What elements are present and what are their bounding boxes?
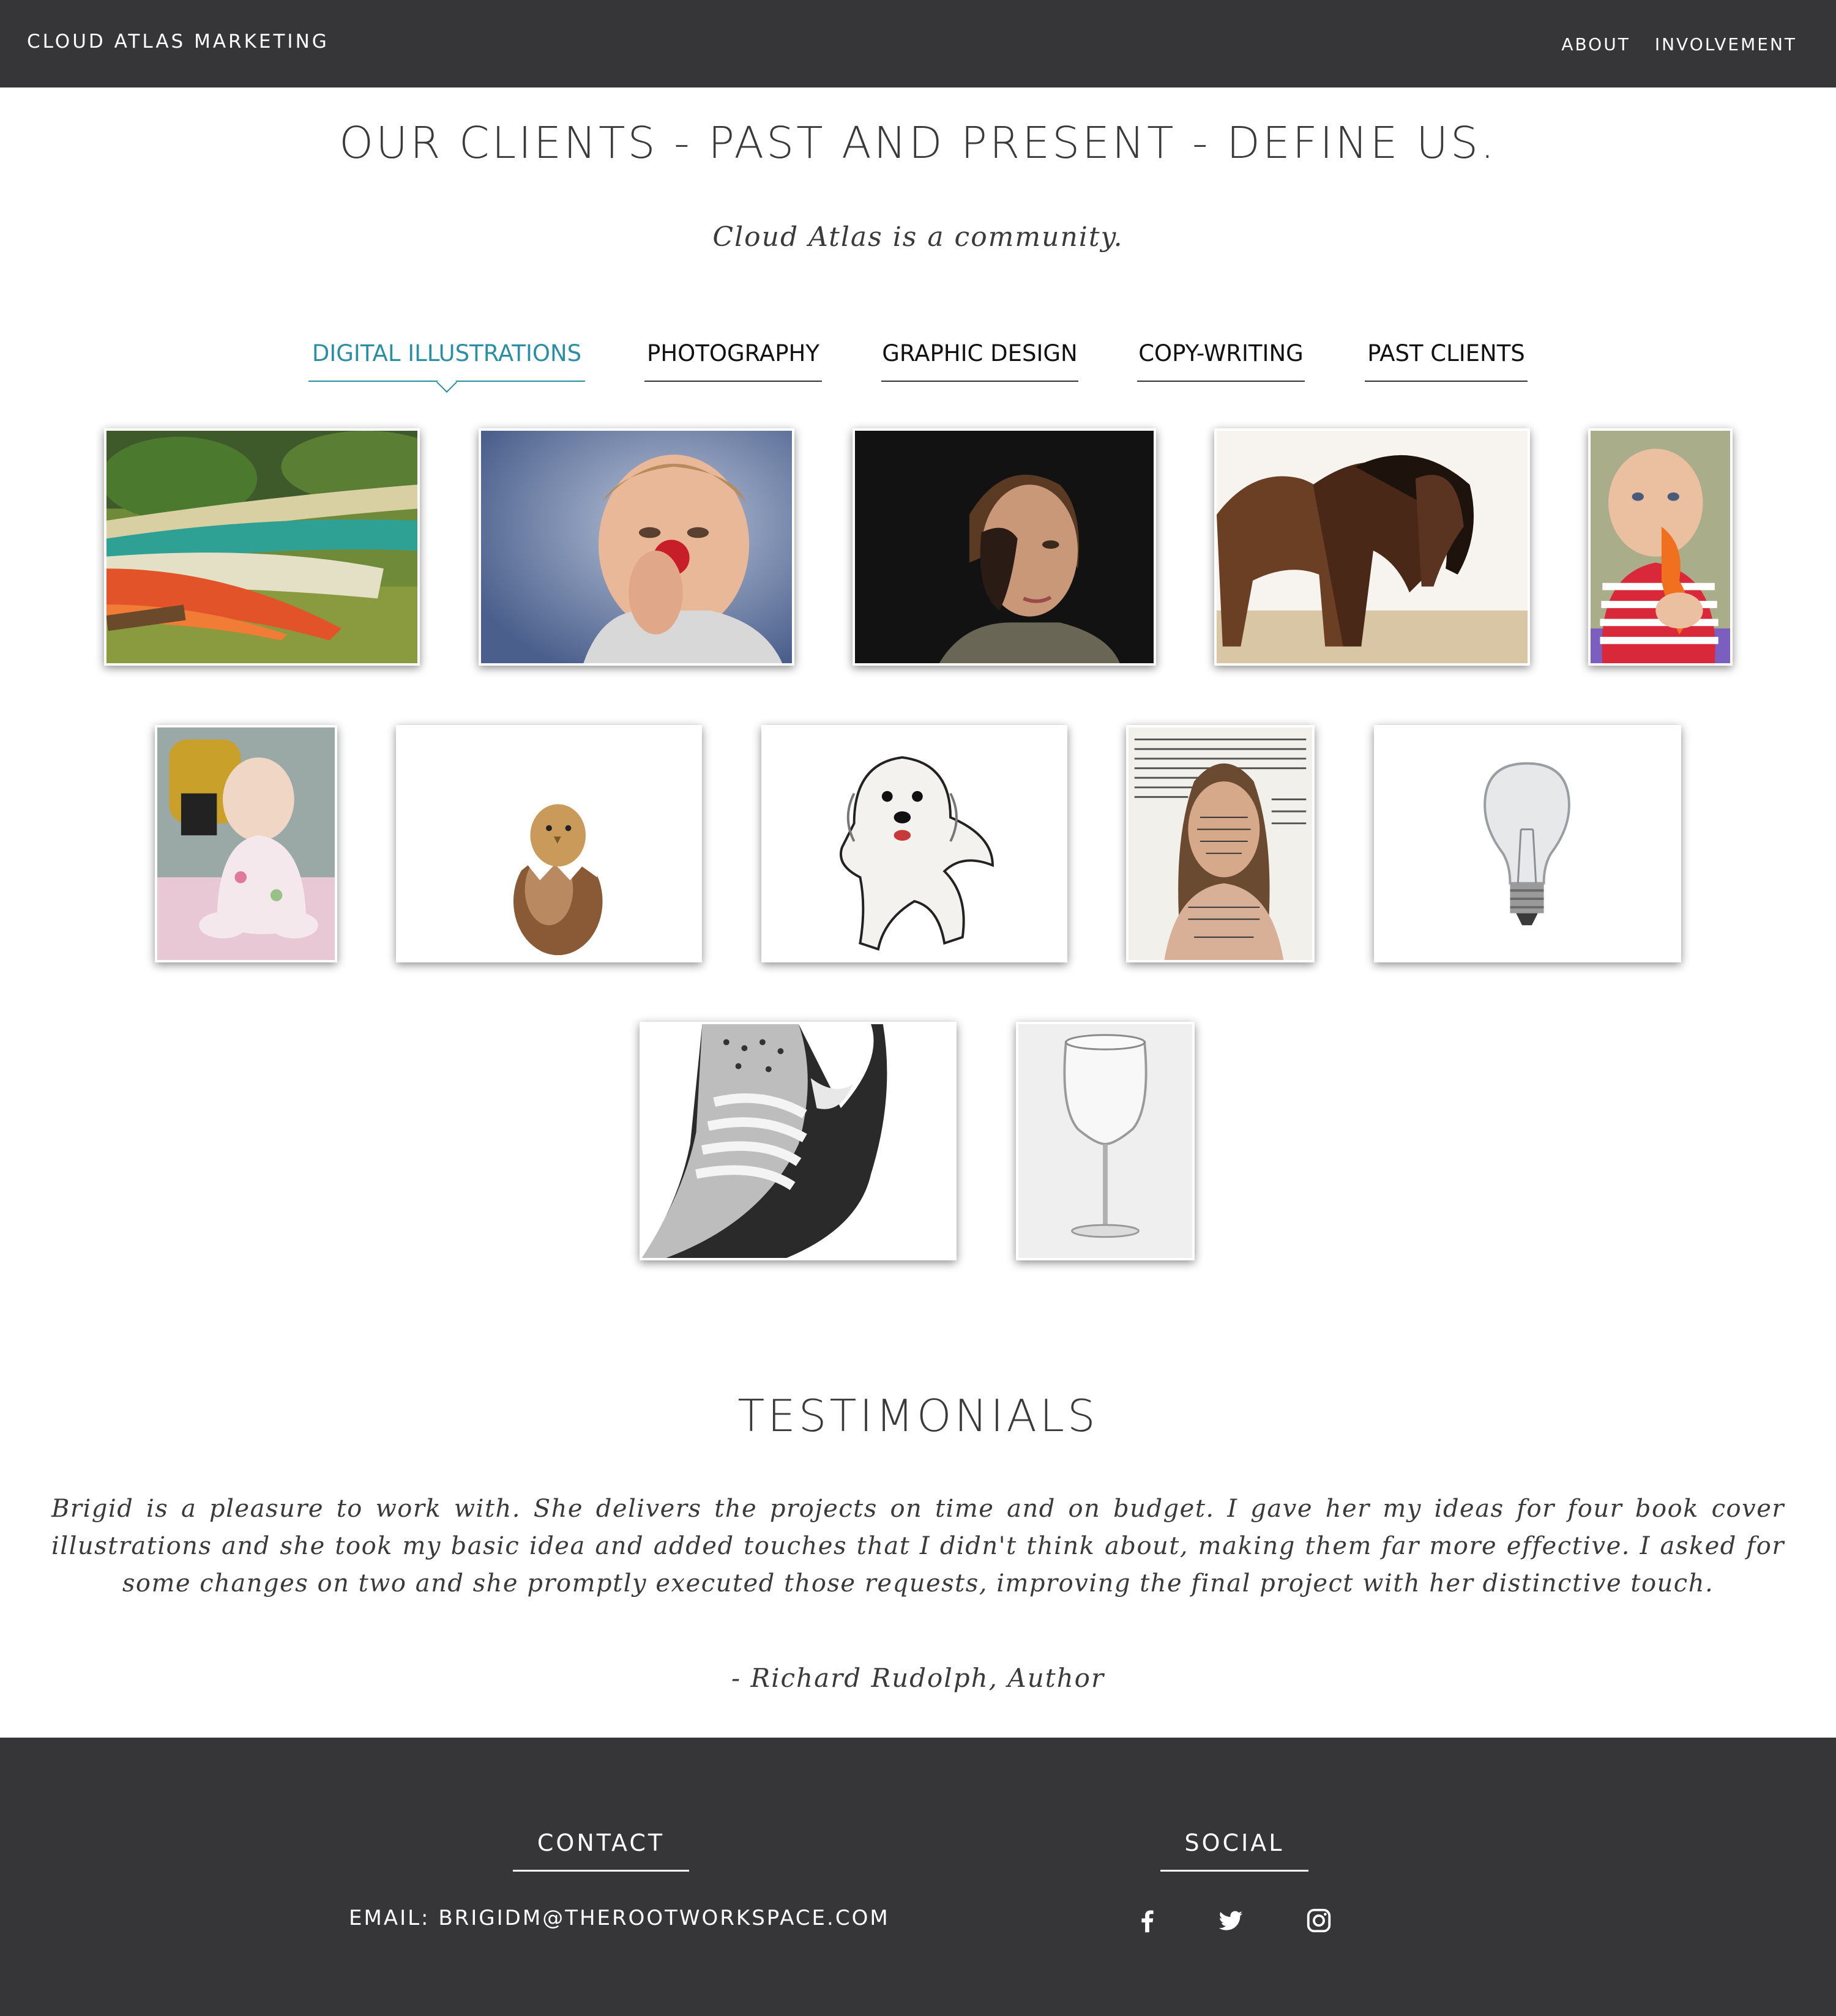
white-dog-illustration [764,727,1065,960]
tab-label: DIGITAL ILLUSTRATIONS [312,340,582,366]
social-heading: SOCIAL [1160,1829,1308,1872]
tab-digital-illustrations[interactable]: DIGITAL ILLUSTRATIONS [308,340,585,393]
tab-label: COPY-WRITING [1138,340,1304,366]
tab-label: GRAPHIC DESIGN [882,340,1078,366]
wine-glass-illustration [1018,1024,1192,1258]
sneaker-illustration [642,1024,954,1258]
tab-label: PAST CLIENTS [1367,340,1525,366]
portfolio-tabs: DIGITAL ILLUSTRATIONS PHOTOGRAPHY GRAPHI… [0,340,1836,393]
tab-past-clients[interactable]: PAST CLIENTS [1365,340,1528,382]
contact-email: EMAIL: BRIGIDM@THEROOTWORKSPACE.COM [349,1906,890,1930]
tab-copy-writing[interactable]: COPY-WRITING [1137,340,1305,382]
top-navbar: CLOUD ATLAS MARKETING ABOUT INVOLVEMENT [0,0,1836,87]
boy-clown-nose-illustration [481,431,792,663]
nav-links: ABOUT INVOLVEMENT [1561,34,1797,54]
gallery-item-white-dog[interactable] [761,725,1067,962]
baby-sitting-illustration [157,727,335,960]
gallery-item-wine-glass[interactable] [1016,1022,1195,1260]
hatching-chick-illustration [398,727,700,960]
instagram-icon[interactable] [1305,1906,1333,1935]
email-label: EMAIL: [349,1906,430,1930]
gallery-item-canoes[interactable] [104,428,420,666]
gallery-item-sneaker[interactable] [640,1022,957,1260]
light-bulb-illustration [1376,727,1679,960]
nav-link-about[interactable]: ABOUT [1561,34,1630,54]
nav-link-involvement[interactable]: INVOLVEMENT [1655,34,1797,54]
gallery-item-baby-sitting[interactable] [155,725,337,962]
tab-graphic-design[interactable]: GRAPHIC DESIGN [881,340,1078,382]
gallery-item-woman-portrait[interactable] [853,428,1156,666]
footer: CONTACT EMAIL: BRIGIDM@THEROOTWORKSPACE.… [0,1738,1836,2016]
email-link[interactable]: BRIGIDM@THEROOTWORKSPACE.COM [438,1906,889,1930]
active-tab-caret-icon [436,372,457,393]
page-title: OUR CLIENTS - PAST AND PRESENT - DEFINE … [339,117,1497,168]
testimonial-author: - Richard Rudolph, Author [731,1663,1105,1693]
testimonial-quote: Brigid is a pleasure to work with. She d… [51,1495,1785,1598]
contact-heading: CONTACT [513,1829,689,1872]
gallery-item-light-bulb[interactable] [1374,725,1681,962]
gallery-item-hatching-chick[interactable] [396,725,702,962]
testimonials-heading: TESTIMONIALS [737,1390,1099,1441]
brand-logo-text[interactable]: CLOUD ATLAS MARKETING [27,31,329,53]
gallery-item-boy-clown-nose[interactable] [479,428,794,666]
facebook-icon[interactable] [1133,1906,1162,1935]
tab-photography[interactable]: PHOTOGRAPHY [644,340,822,382]
gallery-item-grazing-horses[interactable] [1214,428,1530,666]
grazing-horses-illustration [1217,431,1528,663]
gallery-item-girl-text-portrait[interactable] [1126,725,1315,962]
gallery-item-baby-teething[interactable] [1588,428,1733,666]
girl-text-portrait-illustration [1129,727,1312,960]
twitter-icon[interactable] [1217,1906,1245,1935]
tab-label: PHOTOGRAPHY [647,340,819,366]
canoes-illustration [106,431,417,663]
woman-portrait-illustration [855,431,1154,663]
baby-teething-illustration [1591,431,1730,663]
page-subtitle: Cloud Atlas is a community. [712,221,1124,253]
